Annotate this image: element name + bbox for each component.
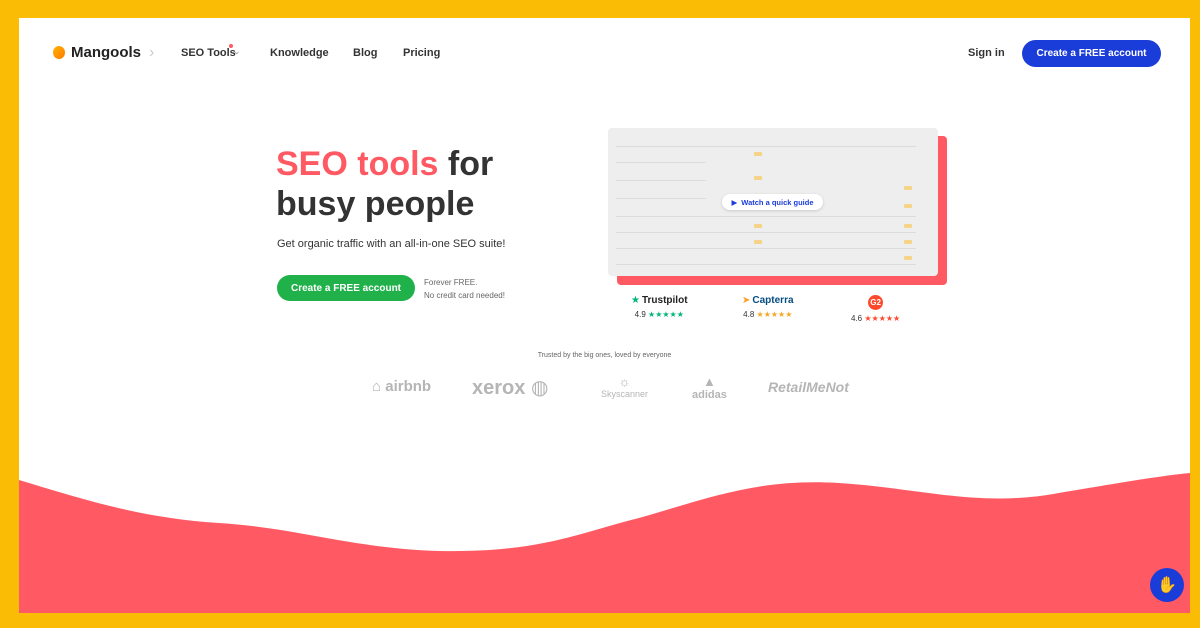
airbnb-icon: ⌂ xyxy=(372,378,382,395)
forever-free-text: Forever FREE. xyxy=(424,278,478,287)
rating-g2[interactable]: G2 4.6 ★★★★★ xyxy=(851,295,900,323)
chevron-right-icon: › xyxy=(149,44,155,61)
airbnb-logo: ⌂ airbnb xyxy=(372,378,432,395)
g2-score: 4.6 xyxy=(851,314,863,323)
rating-trustpilot[interactable]: ★ Trustpilot 4.9 ★★★★★ xyxy=(631,295,688,319)
trusted-by-text: Trusted by the big ones, loved by everyo… xyxy=(537,352,672,359)
nav-blog[interactable]: Blog xyxy=(353,47,377,59)
skyscanner-logo: ☼ Skyscanner xyxy=(601,374,649,399)
chat-widget-button[interactable]: ✋ xyxy=(1150,568,1184,602)
hero-title: SEO tools for busy people xyxy=(276,144,493,224)
xerox-globe-icon: ◍ xyxy=(530,377,549,399)
waving-hand-icon: ✋ xyxy=(1157,577,1177,594)
watch-guide-button[interactable]: ▶ Watch a quick guide xyxy=(722,194,823,210)
capterra-label: Capterra xyxy=(752,295,794,306)
page-frame: Mangools › SEO Tools ⌄ Knowledge Blog Pr… xyxy=(19,18,1190,613)
xerox-logo: xerox ◍ xyxy=(472,377,549,399)
trustpilot-star-icon: ★ xyxy=(631,295,640,306)
forever-free-note: Forever FREE. No credit card needed! xyxy=(424,276,505,302)
rating-capterra[interactable]: ➤ Capterra 4.8 ★★★★★ xyxy=(742,295,794,319)
nav-pricing[interactable]: Pricing xyxy=(403,47,440,59)
trustpilot-score: 4.9 xyxy=(634,310,646,319)
stars-icon: ★★★★★ xyxy=(756,310,793,319)
hero-create-account-button[interactable]: Create a FREE account xyxy=(277,275,415,301)
retailmenot-logo: RetailMeNot xyxy=(768,379,849,395)
g2-icon: G2 xyxy=(868,295,884,310)
adidas-logo: ▲ adidas xyxy=(692,374,727,401)
capterra-icon: ➤ xyxy=(742,295,751,306)
no-card-text: No credit card needed! xyxy=(424,291,505,300)
top-nav: Mangools › SEO Tools ⌄ Knowledge Blog Pr… xyxy=(19,18,1190,88)
stars-icon: ★★★★★ xyxy=(648,310,684,319)
play-icon: ▶ xyxy=(731,197,738,207)
hero-title-line2: busy people xyxy=(276,185,475,223)
trustpilot-label: Trustpilot xyxy=(641,295,688,306)
video-preview[interactable]: ▶ Watch a quick guide xyxy=(608,128,938,276)
create-account-button[interactable]: Create a FREE account xyxy=(1022,40,1161,67)
capterra-score: 4.8 xyxy=(743,310,755,319)
hero-title-rest: for xyxy=(438,145,494,183)
logo-text: Mangools xyxy=(71,44,141,61)
nav-seo-tools[interactable]: SEO Tools xyxy=(181,47,236,59)
sign-in-link[interactable]: Sign in xyxy=(968,47,1005,59)
logo[interactable]: Mangools xyxy=(53,44,141,61)
hero-title-highlight: SEO tools xyxy=(276,145,439,183)
decorative-wave xyxy=(19,473,1190,613)
nav-knowledge[interactable]: Knowledge xyxy=(270,47,329,59)
sun-icon: ☼ xyxy=(618,374,631,389)
adidas-stripes-icon: ▲ xyxy=(702,374,716,389)
chevron-down-icon[interactable]: ⌄ xyxy=(233,46,241,57)
mango-icon xyxy=(53,46,65,59)
stars-icon: ★★★★★ xyxy=(864,314,901,323)
hero-subtitle: Get organic traffic with an all-in-one S… xyxy=(277,238,506,250)
watch-guide-label: Watch a quick guide xyxy=(741,197,814,207)
